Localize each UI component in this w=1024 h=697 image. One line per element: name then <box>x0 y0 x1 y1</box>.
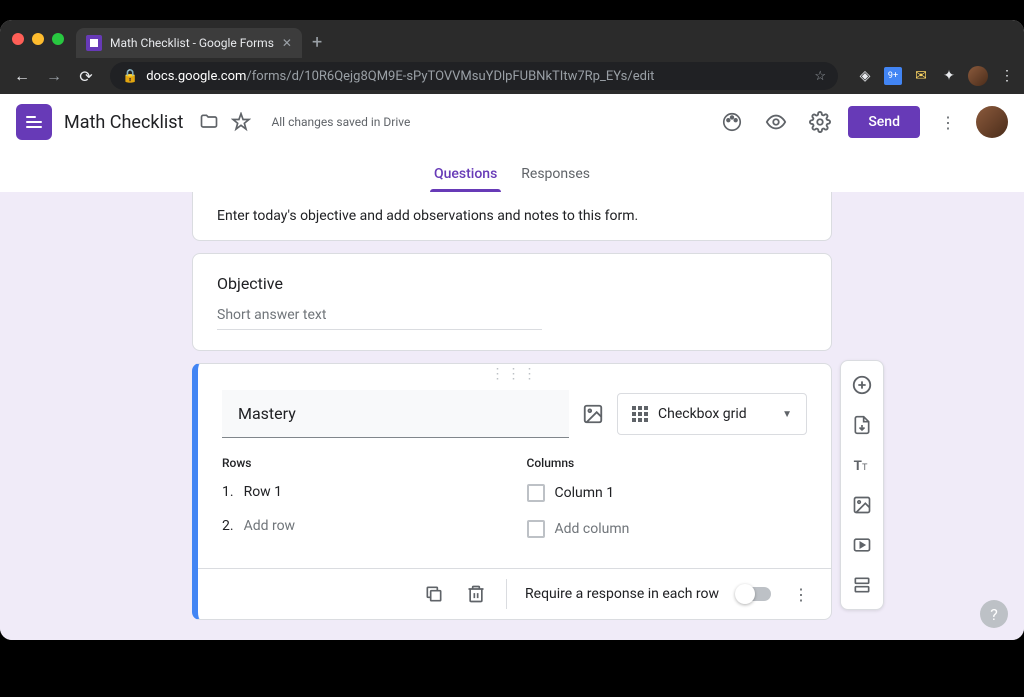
rows-header: Rows <box>222 456 503 470</box>
title-bar: Math Checklist - Google Forms ✕ + <box>0 20 1024 58</box>
lock-icon: 🔒 <box>122 69 138 84</box>
preview-icon[interactable] <box>764 110 788 134</box>
customize-theme-icon[interactable] <box>720 110 744 134</box>
require-toggle[interactable] <box>737 587 771 601</box>
columns-header: Columns <box>527 456 808 470</box>
browser-tab[interactable]: Math Checklist - Google Forms ✕ <box>76 28 302 58</box>
close-window-button[interactable] <box>12 33 24 45</box>
checkbox-grid-icon <box>632 406 648 422</box>
drag-handle-icon[interactable]: ⋮⋮⋮ <box>198 364 831 384</box>
grid-columns: Rows 1. Row 1 2. Add row <box>222 456 807 556</box>
forward-button[interactable]: → <box>40 62 68 90</box>
form-area: Enter today's objective and add observat… <box>0 192 1024 640</box>
row-item[interactable]: 1. Row 1 <box>222 484 503 500</box>
browser-window: Math Checklist - Google Forms ✕ + ← → ⟳ … <box>0 20 1024 640</box>
svg-text:T: T <box>854 459 862 474</box>
star-icon[interactable] <box>229 110 253 134</box>
import-questions-icon[interactable] <box>844 407 880 443</box>
app-content: Math Checklist All changes saved in Driv… <box>0 94 1024 640</box>
maximize-window-button[interactable] <box>52 33 64 45</box>
add-section-icon[interactable] <box>844 567 880 603</box>
short-answer-placeholder: Short answer text <box>217 307 542 330</box>
extension-icon-3[interactable]: ✉ <box>912 67 930 85</box>
question-footer: Require a response in each row ⋮ <box>198 568 831 619</box>
extensions-menu-icon[interactable]: ✦ <box>940 67 958 85</box>
tab-questions[interactable]: Questions <box>422 166 509 192</box>
add-image-icon[interactable] <box>844 487 880 523</box>
add-column-item[interactable]: Add column <box>527 520 808 538</box>
form-description-card[interactable]: Enter today's objective and add observat… <box>192 192 832 241</box>
form-center: Enter today's objective and add observat… <box>192 192 832 620</box>
question-title: Objective <box>217 274 807 293</box>
new-tab-button[interactable]: + <box>312 32 322 53</box>
help-button[interactable]: ? <box>980 600 1008 628</box>
reload-button[interactable]: ⟳ <box>72 62 100 90</box>
extension-icon-1[interactable]: ◈ <box>856 67 874 85</box>
type-label: Checkbox grid <box>658 406 747 422</box>
rows-column: Rows 1. Row 1 2. Add row <box>222 456 503 556</box>
tab-title: Math Checklist - Google Forms <box>110 36 274 50</box>
svg-text:T: T <box>862 463 868 473</box>
extension-icon-2[interactable]: 9+ <box>884 67 902 85</box>
checkbox-icon <box>527 484 545 502</box>
back-button[interactable]: ← <box>8 62 36 90</box>
tab-responses[interactable]: Responses <box>509 166 602 192</box>
dropdown-arrow-icon: ▼ <box>782 409 792 420</box>
bookmark-star-icon[interactable]: ☆ <box>814 69 826 84</box>
move-to-folder-icon[interactable] <box>197 110 221 134</box>
extension-icons: ◈ 9+ ✉ ✦ ⋮ <box>856 66 1016 86</box>
question-more-icon[interactable]: ⋮ <box>789 582 813 606</box>
more-menu-icon[interactable]: ⋮ <box>936 110 960 134</box>
profile-avatar-small[interactable] <box>968 66 988 86</box>
account-avatar[interactable] <box>976 106 1008 138</box>
forms-logo-icon[interactable] <box>16 104 52 140</box>
columns-column: Columns Column 1 Add column <box>527 456 808 556</box>
save-status: All changes saved in Drive <box>271 115 410 129</box>
minimize-window-button[interactable] <box>32 33 44 45</box>
question-card-objective[interactable]: Objective Short answer text <box>192 253 832 351</box>
settings-icon[interactable] <box>808 110 832 134</box>
document-title[interactable]: Math Checklist <box>64 112 183 133</box>
forms-favicon <box>86 35 102 51</box>
url-text: docs.google.com/forms/d/10R6Qejg8QM9E-sP… <box>146 69 654 84</box>
delete-icon[interactable] <box>464 582 488 606</box>
header-top: Math Checklist All changes saved in Driv… <box>0 94 1024 150</box>
duplicate-icon[interactable] <box>422 582 446 606</box>
require-label: Require a response in each row <box>525 586 719 602</box>
address-bar-row: ← → ⟳ 🔒 docs.google.com/forms/d/10R6Qejg… <box>0 58 1024 94</box>
send-button[interactable]: Send <box>848 106 920 138</box>
question-card-mastery[interactable]: ⋮⋮⋮ Mastery Checkbox grid <box>192 363 832 620</box>
column-item[interactable]: Column 1 <box>527 484 808 502</box>
form-description-text: Enter today's objective and add observat… <box>217 208 638 224</box>
floating-toolbar: TT <box>840 360 884 610</box>
add-video-icon[interactable] <box>844 527 880 563</box>
address-bar[interactable]: 🔒 docs.google.com/forms/d/10R6Qejg8QM9E-… <box>110 62 838 90</box>
checkbox-icon <box>527 520 545 538</box>
question-type-select[interactable]: Checkbox grid ▼ <box>617 393 807 435</box>
header-right: Send ⋮ <box>716 106 1008 138</box>
header-tabs: Questions Responses <box>0 150 1024 192</box>
add-title-icon[interactable]: TT <box>844 447 880 483</box>
add-row-item[interactable]: 2. Add row <box>222 518 503 534</box>
divider <box>506 579 507 609</box>
browser-menu-icon[interactable]: ⋮ <box>998 67 1016 85</box>
window-controls <box>12 33 64 45</box>
question-title-input[interactable]: Mastery <box>222 390 569 438</box>
app-header: Math Checklist All changes saved in Driv… <box>0 94 1024 192</box>
add-image-icon[interactable] <box>581 402 605 426</box>
add-question-icon[interactable] <box>844 367 880 403</box>
question-header-row: Mastery Checkbox grid ▼ <box>222 390 807 438</box>
close-tab-icon[interactable]: ✕ <box>282 36 292 50</box>
